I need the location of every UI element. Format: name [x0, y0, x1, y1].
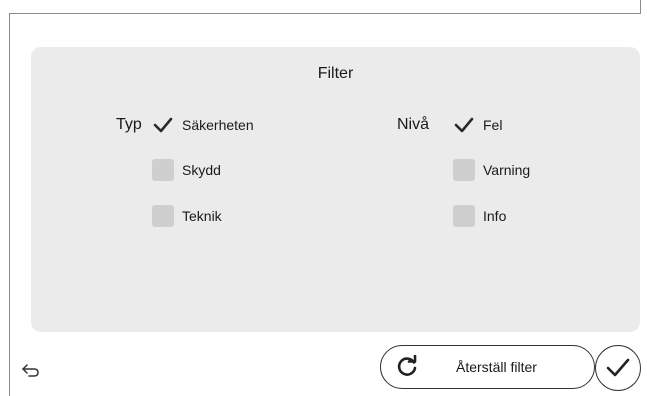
check-icon [152, 114, 174, 136]
refresh-icon [397, 355, 417, 376]
back-button[interactable] [21, 360, 41, 380]
checkbox-box [453, 205, 475, 227]
confirm-button[interactable] [595, 345, 641, 391]
checkbox-teknik[interactable]: Teknik [152, 205, 222, 227]
frame-border-top [9, 13, 641, 14]
frame-border-right [640, 0, 641, 14]
panel-title: Filter [317, 65, 354, 82]
checkbox-label: Fel [483, 117, 503, 133]
reset-filter-button[interactable]: Återställ filter [380, 345, 595, 389]
checkbox-info[interactable]: Info [453, 205, 506, 227]
checkbox-box [152, 205, 174, 227]
checkbox-sakerheten[interactable]: Säkerheten [152, 114, 254, 136]
checkbox-label: Teknik [182, 208, 222, 224]
checkbox-varning[interactable]: Varning [453, 159, 530, 181]
check-icon [453, 114, 475, 136]
reset-filter-label: Återställ filter [456, 359, 537, 375]
filter-panel: Filter Typ Säkerheten Skydd Teknik Nivå … [31, 47, 640, 332]
checkbox-label: Varning [483, 162, 531, 178]
niva-group-label: Nivå [397, 116, 430, 133]
checkbox-box [453, 159, 475, 181]
checkbox-label: Säkerheten [182, 117, 254, 133]
checkbox-skydd[interactable]: Skydd [152, 159, 221, 181]
checkmark-icon [606, 358, 630, 377]
typ-group-label: Typ [116, 116, 142, 133]
checkbox-label: Skydd [182, 162, 221, 178]
checkbox-fel[interactable]: Fel [453, 114, 502, 136]
back-arrow-icon [22, 364, 39, 377]
checkbox-box [152, 159, 174, 181]
frame-border-left [9, 13, 10, 396]
checkbox-label: Info [483, 208, 507, 224]
